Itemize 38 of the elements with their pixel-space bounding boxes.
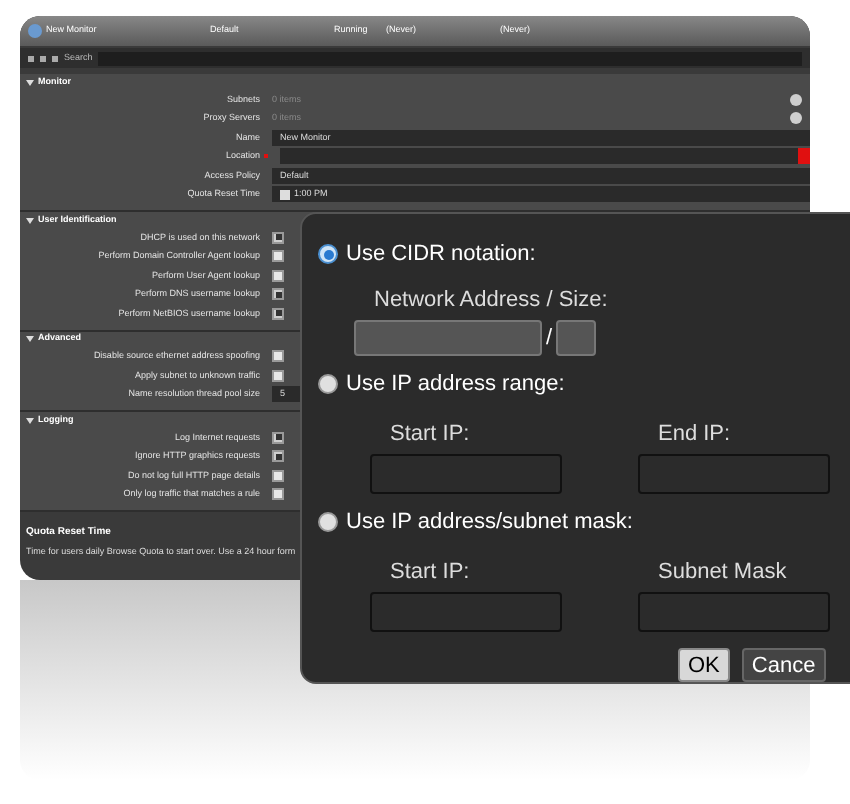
radio-button[interactable] — [318, 512, 338, 533]
input-field[interactable] — [638, 454, 830, 494]
checkbox[interactable] — [272, 269, 284, 282]
checkbox[interactable] — [272, 450, 284, 463]
checkbox[interactable] — [272, 431, 284, 444]
option-label: Use IP address/subnet mask: — [346, 508, 633, 538]
radio-button[interactable] — [318, 374, 338, 395]
input-field[interactable] — [638, 592, 830, 632]
collapse-icon[interactable] — [26, 79, 34, 85]
option-label: Use CIDR notation: — [346, 240, 536, 270]
size-field[interactable] — [556, 320, 597, 356]
address-field[interactable] — [354, 320, 542, 356]
input-field[interactable] — [370, 454, 562, 494]
field-label: Start IP: — [390, 557, 472, 587]
checkbox[interactable] — [272, 288, 284, 301]
checkbox[interactable] — [272, 350, 284, 363]
collapse-icon[interactable] — [26, 336, 34, 342]
checkbox[interactable] — [272, 469, 284, 482]
collapse-icon[interactable] — [26, 417, 34, 423]
field-label: Subnet Mask — [658, 557, 789, 587]
checkbox[interactable] — [272, 231, 284, 244]
field-label: Start IP: — [390, 419, 472, 449]
field-label: End IP: — [658, 419, 733, 449]
search-field[interactable] — [98, 51, 802, 65]
dialog-button[interactable]: OK — [678, 648, 730, 682]
error-icon — [798, 148, 810, 165]
input-field[interactable] — [280, 148, 810, 165]
dialog-button[interactable]: Cance — [741, 648, 826, 682]
checkbox[interactable] — [272, 488, 284, 501]
field-label: Network Address / Size: — [374, 285, 610, 315]
input-field[interactable] — [370, 592, 562, 632]
checkbox[interactable] — [272, 307, 284, 320]
checkbox[interactable] — [272, 250, 284, 263]
radio-button[interactable] — [318, 244, 338, 265]
collapse-icon[interactable] — [26, 217, 34, 223]
slash-separator: / — [546, 323, 553, 354]
option-label: Use IP address range: — [346, 370, 565, 400]
checkbox[interactable] — [272, 369, 284, 382]
